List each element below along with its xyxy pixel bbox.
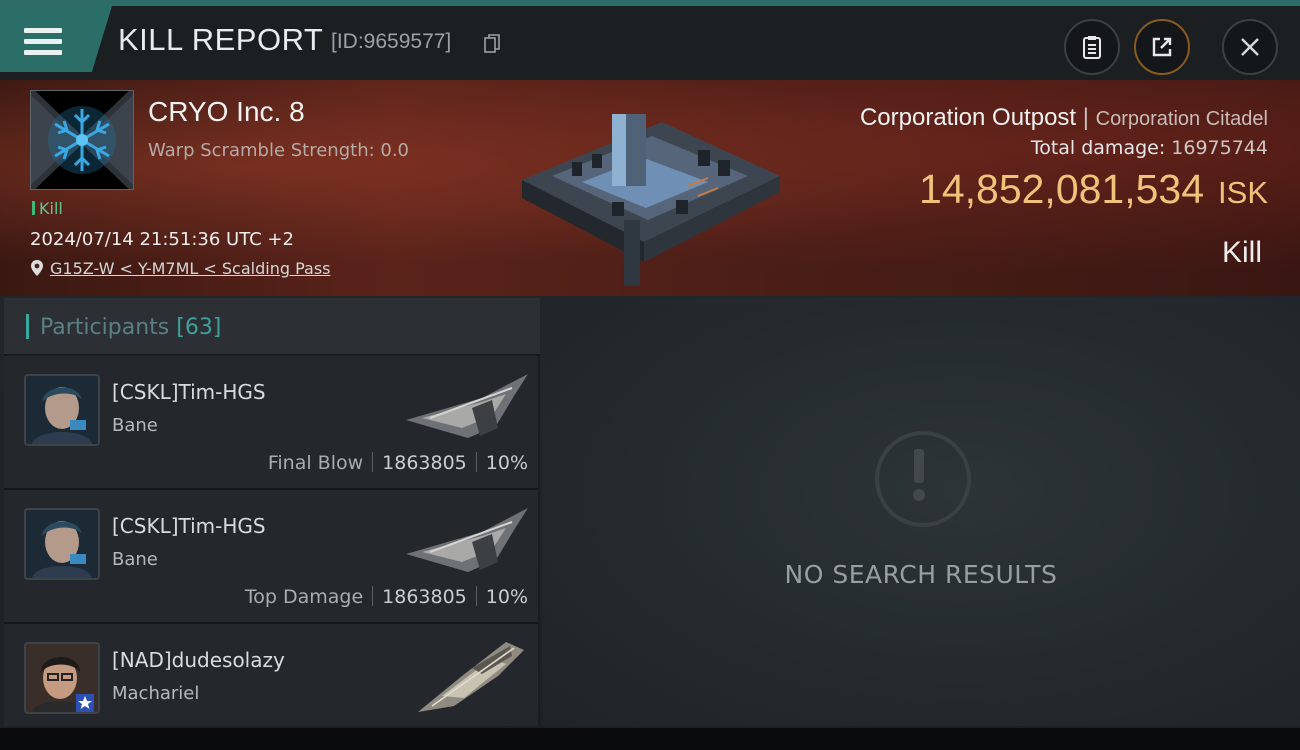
pilot-portrait — [24, 508, 100, 580]
participants-count: [63] — [176, 315, 222, 340]
total-damage: Total damage: 16975744 — [1031, 137, 1268, 159]
clipboard-icon — [1083, 36, 1101, 59]
close-icon — [1241, 38, 1259, 56]
pilot-name: [CSKL]Tim-HGS — [112, 514, 266, 538]
structure-type-label: Corporation Outpost — [859, 104, 1077, 131]
pilot-name: [NAD]dudesolazy — [112, 648, 285, 672]
page-title: KILL REPORT — [118, 22, 324, 57]
kill-report-window: KILL REPORT [ID:9659577] CRYO Inc. 8 War… — [0, 0, 1300, 750]
pilot-percent: 10% — [485, 586, 528, 608]
structure-type: Corporation Outpost | Corporation Citade… — [859, 104, 1268, 131]
pilot-ship: Bane — [112, 415, 158, 436]
pilot-stats: Final Blow 1863805 10% — [268, 452, 528, 474]
no-results-exclamation-icon — [875, 431, 971, 527]
warp-scramble-strength: Warp Scramble Strength: 0.0 — [148, 140, 410, 161]
pilot-role: Top Damage — [244, 586, 364, 608]
structure-class-label: Corporation Citadel — [1095, 108, 1268, 130]
ship-image — [418, 642, 524, 712]
pilot-damage: 1863805 — [382, 586, 467, 608]
pilot-damage: 1863805 — [382, 452, 467, 474]
participants-accent-bar — [26, 314, 29, 339]
pilot-stats: Top Damage 1863805 10% — [245, 586, 528, 608]
kill-indicator-bar — [32, 201, 35, 215]
no-results-message: NO SEARCH RESULTS — [784, 560, 1058, 589]
location-pin-icon — [31, 260, 43, 276]
ship-image — [406, 508, 528, 572]
ship-image — [406, 374, 528, 438]
participants-title: Participants [63] — [40, 315, 221, 340]
pilot-portrait — [24, 642, 100, 714]
corp-logo — [28, 88, 136, 192]
participants-panel: Participants [63] [CSKL]Tim-HGS Bane Fin… — [4, 298, 540, 726]
location-path-link[interactable]: G15Z-W < Y-M7ML < Scalding Pass — [50, 259, 330, 278]
total-damage-value: 16975744 — [1171, 137, 1268, 159]
isk-amount: 14,852,081,534 — [919, 166, 1205, 212]
participants-header[interactable]: Participants [63] — [4, 298, 540, 355]
close-button[interactable] — [1222, 19, 1278, 75]
kill-datetime: 2024/07/14 21:51:36 UTC +2 — [30, 229, 294, 250]
footer-strip — [0, 728, 1300, 750]
pilot-ship: Machariel — [112, 683, 200, 704]
isk-value: 14,852,081,534 ISK — [919, 166, 1268, 213]
search-results-panel: NO SEARCH RESULTS — [542, 298, 1300, 726]
kill-tag-label: Kill — [39, 199, 63, 218]
pilot-portrait — [24, 374, 100, 446]
pilot-percent: 10% — [485, 452, 528, 474]
share-button[interactable] — [1134, 19, 1190, 75]
citadel-structure-image — [522, 114, 780, 286]
victim-corp-name: CRYO Inc. 8 — [148, 96, 305, 127]
participants-label: Participants — [40, 315, 170, 340]
total-damage-label: Total damage: — [1030, 137, 1166, 159]
hamburger-icon — [24, 28, 62, 55]
pilot-name: [CSKL]Tim-HGS — [112, 380, 266, 404]
participant-row[interactable]: [NAD]dudesolazy Machariel — [4, 624, 538, 726]
pilot-ship: Bane — [112, 549, 158, 570]
isk-unit: ISK — [1218, 175, 1268, 210]
report-id: [ID:9659577] — [331, 30, 452, 53]
kill-tag: Kill — [32, 199, 63, 218]
participant-row[interactable]: [CSKL]Tim-HGS Bane Top Damage 1863805 10% — [4, 490, 538, 624]
participant-row[interactable]: [CSKL]Tim-HGS Bane Final Blow 1863805 10% — [4, 356, 538, 490]
copy-id-icon[interactable] — [484, 34, 500, 54]
clipboard-button[interactable] — [1064, 19, 1120, 75]
snowflake-logo-icon — [28, 88, 136, 192]
result-label: Kill — [1221, 236, 1262, 269]
pilot-role: Final Blow — [267, 452, 364, 474]
share-icon — [1152, 37, 1172, 57]
kill-location[interactable]: G15Z-W < Y-M7ML < Scalding Pass — [30, 259, 330, 278]
